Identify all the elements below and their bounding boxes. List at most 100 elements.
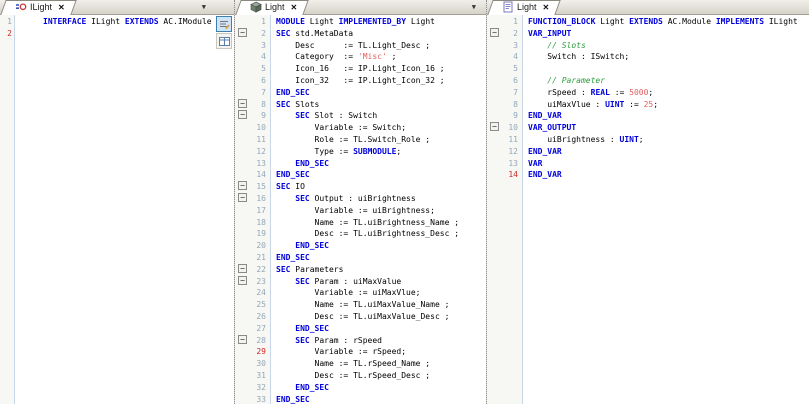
fold-column xyxy=(487,169,503,181)
fold-column xyxy=(235,134,251,146)
code-line: 2 xyxy=(0,28,234,40)
line-number: 28 xyxy=(256,335,266,345)
code-text: rSpeed : REAL := 5000; xyxy=(528,87,654,97)
code-text: Icon_16 := IP.Light_Icon_16 ; xyxy=(276,64,445,74)
line-number: 8 xyxy=(513,99,518,109)
chevron-down-icon[interactable]: ▼ xyxy=(202,4,206,11)
code-line: 32 END_SEC xyxy=(235,382,486,394)
code-line: 20 END_SEC xyxy=(235,240,486,252)
code-text: VAR xyxy=(528,158,543,168)
code-text: INTERFACE ILight EXTENDS AC.IModule xyxy=(43,17,212,26)
code-text: Desc := TL.rSpeed_Desc ; xyxy=(276,370,431,380)
line-number: 21 xyxy=(256,252,266,262)
fold-column: − xyxy=(235,110,251,122)
fold-collapse-icon[interactable]: − xyxy=(490,27,499,37)
line-number: 6 xyxy=(261,75,266,85)
fold-collapse-icon[interactable]: − xyxy=(238,192,247,202)
close-icon[interactable]: ✕ xyxy=(291,3,298,12)
line-number: 5 xyxy=(513,64,518,74)
textual-view-button[interactable] xyxy=(216,16,232,32)
code-text: SEC Output : uiBrightness xyxy=(295,193,416,203)
code-line: 13 END_SEC xyxy=(235,158,486,170)
fold-column xyxy=(487,146,503,158)
code-text: VAR_INPUT xyxy=(528,28,572,38)
fold-column xyxy=(235,346,251,358)
code-line: 1 MODULE Light IMPLEMENTED_BY Light xyxy=(235,16,486,28)
fold-column xyxy=(235,87,251,99)
code-editor-fb-light[interactable]: 1 FUNCTION_BLOCK Light EXTENDS AC.Module … xyxy=(487,15,809,404)
fold-collapse-icon[interactable]: − xyxy=(238,27,247,37)
fold-column xyxy=(487,99,503,111)
line-number: 3 xyxy=(261,40,266,50)
tabular-view-button[interactable] xyxy=(216,33,232,49)
code-text: SEC Parameters xyxy=(276,264,344,274)
line-number: 10 xyxy=(508,123,518,133)
chevron-down-icon[interactable]: ▼ xyxy=(472,4,476,11)
line-number: 15 xyxy=(256,182,266,192)
fold-column xyxy=(235,51,251,63)
editor-panel-ilight: ILight ✕ ▼ 1 INTERFACE ILight EXTENDS AC.… xyxy=(0,0,235,404)
code-line: 7 rSpeed : REAL := 5000; xyxy=(487,87,809,99)
close-icon[interactable]: ✕ xyxy=(543,3,550,12)
fold-column xyxy=(235,323,251,335)
code-text: END_SEC xyxy=(276,394,310,404)
code-line: −22 SEC Parameters xyxy=(235,263,486,276)
code-editor-module-light[interactable]: 1 MODULE Light IMPLEMENTED_BY Light − 2 SEC … xyxy=(235,15,486,404)
tabbar-module-light: Light ✕ ▼ xyxy=(235,0,486,15)
line-number: 16 xyxy=(256,193,266,203)
line-number: 24 xyxy=(256,288,266,298)
code-area: 1 MODULE Light IMPLEMENTED_BY Light − 2 SEC … xyxy=(235,15,486,404)
fold-column xyxy=(487,75,503,87)
code-area: 1 FUNCTION_BLOCK Light EXTENDS AC.Module … xyxy=(487,15,809,181)
line-number: 2 xyxy=(7,28,12,38)
close-icon[interactable]: ✕ xyxy=(58,3,65,12)
code-line: 8 uiMaxVlue : UINT := 25; xyxy=(487,99,809,111)
code-line: 30 Name := TL.rSpeed_Name ; xyxy=(235,358,486,370)
fold-column: − xyxy=(235,181,251,193)
code-text: SEC IO xyxy=(276,182,305,192)
code-text: Variable := Switch; xyxy=(276,123,407,133)
fold-collapse-icon[interactable]: − xyxy=(238,181,247,191)
pou-icon xyxy=(502,1,514,13)
line-number: 33 xyxy=(256,394,266,404)
code-line: 33 END_SEC xyxy=(235,394,486,404)
fold-column xyxy=(487,87,503,99)
code-line: 19 Desc := TL.uiBrightness_Desc ; xyxy=(235,228,486,240)
code-text: END_SEC xyxy=(276,87,310,97)
tab-ilight[interactable]: ILight ✕ xyxy=(7,0,72,14)
fold-collapse-icon[interactable]: − xyxy=(238,110,247,120)
code-line: 26 Desc := TL.uiMaxValue_Desc ; xyxy=(235,311,486,323)
code-line: 11 Role := TL.Switch_Role ; xyxy=(235,134,486,146)
fold-column xyxy=(235,169,251,181)
fold-column: − xyxy=(487,27,503,40)
line-number: 7 xyxy=(513,87,518,97)
fold-column xyxy=(235,228,251,240)
line-number: 8 xyxy=(261,99,266,109)
tabbar-ilight: ILight ✕ ▼ xyxy=(0,0,234,15)
tab-fb-light[interactable]: Light ✕ xyxy=(494,0,556,14)
code-line: −15 SEC IO xyxy=(235,181,486,193)
tab-label: ILight xyxy=(30,2,53,12)
line-number: 9 xyxy=(261,111,266,121)
code-text: SEC Param : uiMaxValue xyxy=(295,276,402,286)
tab-label: Light xyxy=(265,2,285,12)
code-line: 9 END_VAR xyxy=(487,110,809,122)
fold-column xyxy=(487,40,503,52)
code-line: 5 Icon_16 := IP.Light_Icon_16 ; xyxy=(235,63,486,75)
fold-collapse-icon[interactable]: − xyxy=(490,122,499,132)
tab-module-light[interactable]: Light ✕ xyxy=(242,0,304,14)
fold-collapse-icon[interactable]: − xyxy=(238,98,247,108)
line-number: 26 xyxy=(256,311,266,321)
code-editor-ilight[interactable]: 1 INTERFACE ILight EXTENDS AC.IModule 2 xyxy=(0,15,234,404)
code-line: −23 SEC Param : uiMaxValue xyxy=(235,275,486,288)
fold-collapse-icon[interactable]: − xyxy=(238,275,247,285)
code-line: 13 VAR xyxy=(487,158,809,170)
fold-collapse-icon[interactable]: − xyxy=(238,334,247,344)
code-line: 1 FUNCTION_BLOCK Light EXTENDS AC.Module … xyxy=(487,16,809,28)
fold-column xyxy=(235,370,251,382)
code-line: 4 Switch : ISwitch; xyxy=(487,51,809,63)
line-number: 1 xyxy=(261,17,266,26)
fold-collapse-icon[interactable]: − xyxy=(238,263,247,273)
fold-column xyxy=(487,158,503,170)
